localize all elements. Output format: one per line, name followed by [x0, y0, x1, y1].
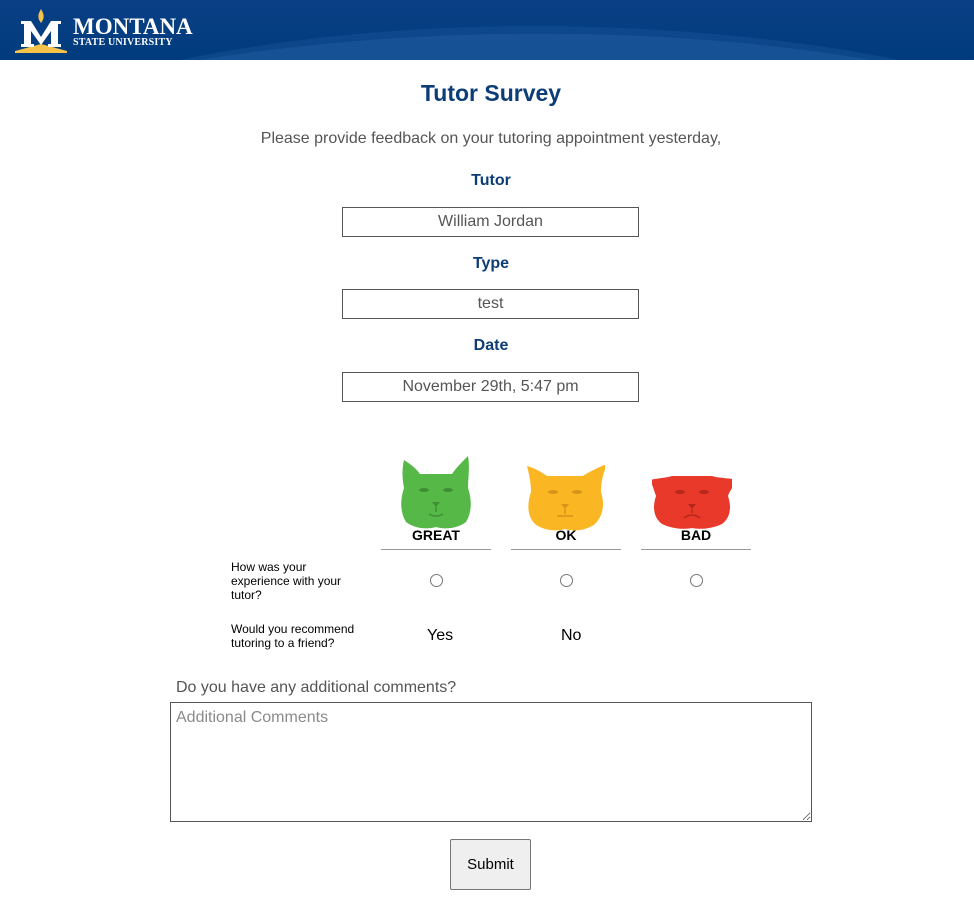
type-label: Type: [472, 255, 510, 272]
question-recommend: Would you recommend tutoring to a friend…: [231, 622, 355, 650]
date-field: November 29th, 5:47 pm: [342, 372, 639, 402]
page-title: Tutor Survey: [420, 80, 562, 106]
rating-divider: [641, 549, 751, 550]
logo-wordmark-montana: MONTANA: [73, 14, 193, 39]
recommend-yes-option[interactable]: Yes: [427, 627, 453, 645]
rating-label-great: GREAT: [412, 527, 460, 543]
tutor-label: Tutor: [471, 172, 511, 189]
msu-m-logo-icon: [15, 9, 67, 53]
rating-label-bad: BAD: [680, 527, 712, 543]
intro-text: Please provide feedback on your tutoring…: [260, 130, 722, 147]
experience-radio-ok[interactable]: [560, 574, 573, 587]
question-experience: How was your experience with your tutor?: [231, 560, 342, 602]
submit-button[interactable]: Submit: [450, 839, 531, 890]
comments-label: Do you have any additional comments?: [176, 679, 457, 696]
bobcat-great-icon: [401, 456, 471, 529]
bobcat-ok-icon: [527, 464, 605, 531]
date-label: Date: [473, 337, 509, 354]
rating-divider: [511, 549, 621, 550]
type-field: test: [342, 289, 639, 319]
recommend-no-option[interactable]: No: [561, 627, 581, 645]
header-banner: MONTANA STATE UNIVERSITY: [0, 0, 974, 60]
comments-textarea[interactable]: [170, 702, 812, 822]
logo-wordmark-state-university: STATE UNIVERSITY: [73, 37, 173, 48]
tutor-field: William Jordan: [342, 207, 639, 237]
experience-radio-bad[interactable]: [690, 574, 703, 587]
rating-divider: [381, 549, 491, 550]
msu-logo[interactable]: MONTANA STATE UNIVERSITY: [13, 7, 193, 53]
experience-radio-great[interactable]: [430, 574, 443, 587]
rating-label-ok: OK: [555, 527, 577, 543]
